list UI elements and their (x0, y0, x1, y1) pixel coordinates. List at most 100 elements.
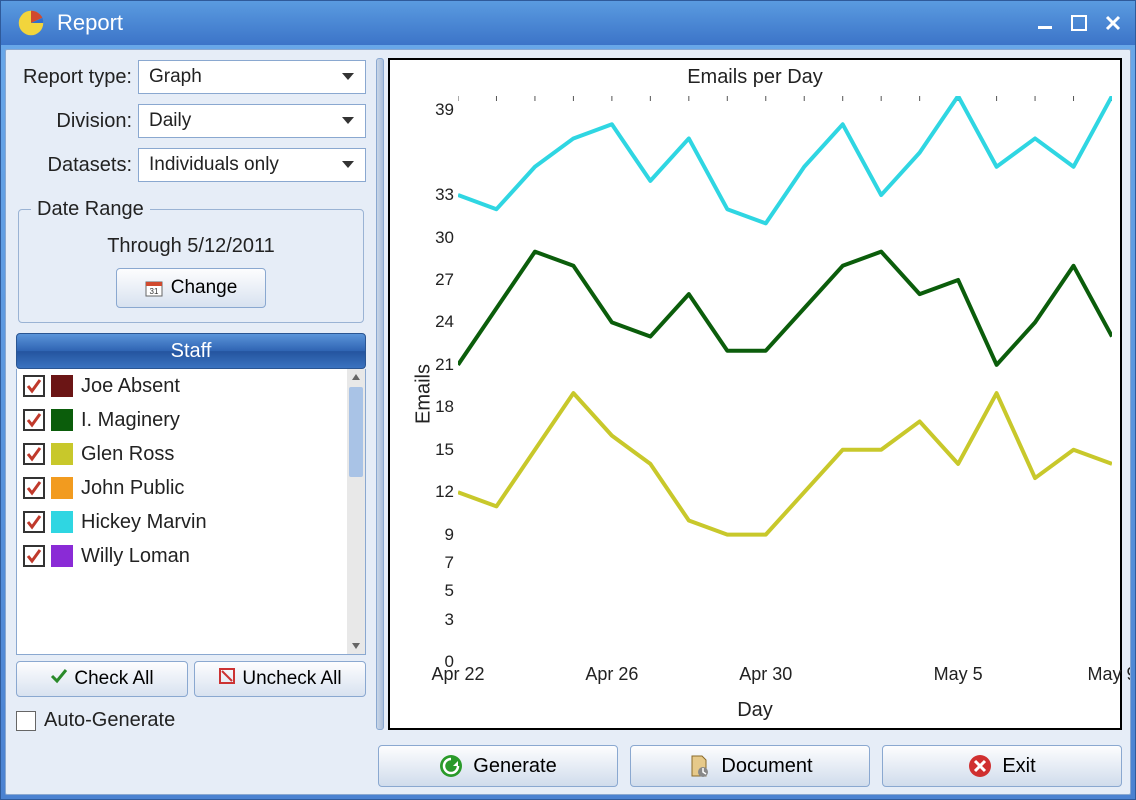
ytick-label: 3 (445, 610, 454, 630)
ytick-label: 9 (445, 525, 454, 545)
maximize-button[interactable] (1065, 12, 1093, 34)
staff-name: Willy Loman (81, 545, 190, 568)
staff-row: John Public (17, 471, 347, 505)
xtick-label: May 5 (934, 664, 983, 685)
ytick-label: 24 (435, 312, 454, 332)
uncheck-all-label: Uncheck All (242, 668, 341, 690)
staff-row: Glen Ross (17, 437, 347, 471)
staff-color-swatch (51, 409, 73, 431)
chart-series (458, 96, 1112, 223)
refresh-icon (439, 754, 463, 778)
pie-chart-icon (17, 9, 45, 37)
ytick-label: 39 (435, 100, 454, 120)
chevron-down-icon (341, 110, 355, 132)
document-label: Document (721, 755, 812, 778)
staff-checkbox[interactable] (23, 409, 45, 431)
staff-checkbox[interactable] (23, 545, 45, 567)
ytick-label: 18 (435, 397, 454, 417)
chart-series (458, 393, 1112, 535)
division-label: Division: (16, 110, 138, 133)
chart-panel: Emails per Day Emails 035791215182124273… (388, 58, 1122, 730)
report-type-combo[interactable]: Graph (138, 60, 366, 94)
close-button[interactable] (1099, 12, 1127, 34)
change-date-label: Change (171, 277, 238, 299)
division-value: Daily (149, 110, 191, 132)
check-all-label: Check All (74, 668, 153, 690)
ytick-label: 15 (435, 440, 454, 460)
auto-generate-label: Auto-Generate (44, 709, 175, 732)
ytick-label: 27 (435, 270, 454, 290)
chart-xlabel: Day (390, 699, 1120, 722)
staff-color-swatch (51, 375, 73, 397)
staff-checkbox[interactable] (23, 375, 45, 397)
left-panel: Report type: Graph Division: Daily Datas… (6, 50, 376, 738)
chart-series (458, 252, 1112, 365)
uncheck-all-icon (218, 667, 236, 691)
staff-name: Joe Absent (81, 375, 180, 398)
scroll-up-icon[interactable] (347, 369, 365, 385)
staff-row: Hickey Marvin (17, 505, 347, 539)
ytick-label: 7 (445, 553, 454, 573)
minimize-button[interactable] (1031, 12, 1059, 34)
staff-header: Staff (16, 333, 366, 369)
calendar-icon: 31 (145, 279, 163, 297)
svg-text:31: 31 (149, 287, 158, 296)
datasets-label: Datasets: (16, 154, 138, 177)
date-range-group: Date Range Through 5/12/2011 31 Change (18, 198, 364, 323)
chart-title: Emails per Day (390, 66, 1120, 89)
document-button[interactable]: Document (630, 745, 870, 787)
chart-plot (458, 96, 1112, 662)
staff-color-swatch (51, 443, 73, 465)
date-range-through: Through 5/12/2011 (31, 235, 351, 258)
ytick-label: 12 (435, 482, 454, 502)
chevron-down-icon (341, 66, 355, 88)
ytick-label: 30 (435, 228, 454, 248)
ytick-label: 21 (435, 355, 454, 375)
xtick-label: May 9 (1087, 664, 1130, 685)
chevron-down-icon (341, 154, 355, 176)
check-all-button[interactable]: Check All (16, 661, 188, 697)
generate-label: Generate (473, 755, 556, 778)
report-window: Report Report type: Graph Division: Dail… (0, 0, 1136, 800)
staff-color-swatch (51, 477, 73, 499)
exit-button[interactable]: Exit (882, 745, 1122, 787)
staff-name: I. Maginery (81, 409, 180, 432)
datasets-combo[interactable]: Individuals only (138, 148, 366, 182)
scroll-down-icon[interactable] (347, 638, 365, 654)
auto-generate-checkbox[interactable] (16, 711, 36, 731)
staff-name: Glen Ross (81, 443, 174, 466)
staff-checkbox[interactable] (23, 443, 45, 465)
exit-label: Exit (1002, 755, 1035, 778)
xtick-label: Apr 30 (739, 664, 792, 685)
ytick-label: 33 (435, 185, 454, 205)
staff-name: Hickey Marvin (81, 511, 207, 534)
splitter[interactable] (376, 58, 384, 730)
client-area: Report type: Graph Division: Daily Datas… (5, 49, 1131, 795)
division-combo[interactable]: Daily (138, 104, 366, 138)
xtick-label: Apr 22 (431, 664, 484, 685)
staff-scrollbar[interactable] (347, 369, 365, 654)
staff-checkbox[interactable] (23, 511, 45, 533)
staff-row: Willy Loman (17, 539, 347, 573)
check-all-icon (50, 667, 68, 691)
staff-checkbox[interactable] (23, 477, 45, 499)
staff-row: I. Maginery (17, 403, 347, 437)
ytick-label: 5 (445, 581, 454, 601)
exit-icon (968, 754, 992, 778)
change-date-button[interactable]: 31 Change (116, 268, 266, 308)
window-title: Report (57, 10, 123, 36)
staff-color-swatch (51, 545, 73, 567)
bottom-toolbar: Generate Document Exit (6, 738, 1130, 794)
staff-list: Joe Absent I. Maginery Glen Ross John Publi… (16, 369, 366, 655)
scroll-thumb[interactable] (349, 387, 363, 477)
staff-row: Joe Absent (17, 369, 347, 403)
date-range-legend: Date Range (31, 198, 150, 221)
xtick-label: Apr 26 (585, 664, 638, 685)
datasets-value: Individuals only (149, 154, 279, 176)
generate-button[interactable]: Generate (378, 745, 618, 787)
uncheck-all-button[interactable]: Uncheck All (194, 661, 366, 697)
document-icon (687, 754, 711, 778)
staff-color-swatch (51, 511, 73, 533)
report-type-value: Graph (149, 66, 202, 88)
staff-name: John Public (81, 477, 184, 500)
